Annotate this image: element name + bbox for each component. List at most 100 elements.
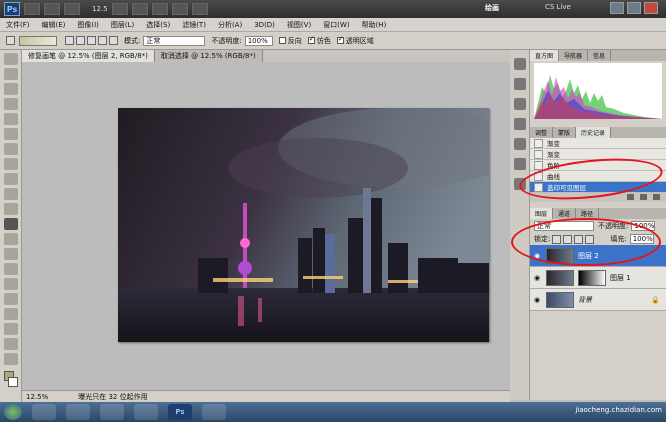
transparency-checkbox[interactable] [336, 35, 344, 44]
diamond-gradient-icon[interactable] [109, 36, 118, 45]
3d-panel-icon[interactable] [514, 158, 526, 170]
3d-rotate-tool-icon[interactable] [4, 323, 18, 335]
workspace-switcher[interactable]: 绘画 [485, 3, 499, 13]
eraser-tool-icon[interactable] [4, 203, 18, 215]
zoom-icon[interactable] [131, 3, 148, 15]
lasso-tool-icon[interactable] [4, 83, 18, 95]
hand-tool-icon[interactable] [4, 338, 18, 350]
radial-gradient-icon[interactable] [76, 36, 85, 45]
menu-select[interactable]: 选择(S) [140, 20, 176, 30]
minimize-button[interactable] [610, 2, 624, 14]
tab-layers[interactable]: 图层 [530, 208, 554, 219]
pen-tool-icon[interactable] [4, 263, 18, 275]
quick-select-tool-icon[interactable] [4, 98, 18, 110]
zoom-level[interactable]: 12.5 [92, 5, 108, 13]
qq-icon[interactable] [134, 404, 158, 420]
path-select-tool-icon[interactable] [4, 293, 18, 305]
dither-checkbox[interactable] [307, 35, 315, 44]
character-panel-icon[interactable] [514, 118, 526, 130]
photoshop-task-icon[interactable]: Ps [168, 404, 192, 420]
gradient-preview[interactable] [19, 35, 57, 46]
gradient-tool-icon[interactable] [4, 218, 18, 230]
healing-brush-tool-icon[interactable] [4, 143, 18, 155]
background-color-swatch[interactable] [8, 377, 18, 387]
menu-view[interactable]: 视图(V) [281, 20, 317, 30]
explorer-icon[interactable] [32, 404, 56, 420]
bridge-icon[interactable] [24, 3, 40, 15]
trash-icon[interactable] [653, 194, 660, 200]
paragraph-panel-icon[interactable] [514, 138, 526, 150]
tab-adjustments[interactable]: 调整 [530, 127, 554, 138]
histogram-panel-icon[interactable] [514, 58, 526, 70]
snapshot-icon[interactable] [640, 194, 647, 200]
linear-gradient-icon[interactable] [65, 36, 74, 45]
marquee-tool-icon[interactable] [4, 68, 18, 80]
move-tool-icon[interactable] [4, 53, 18, 65]
layer-row[interactable]: ◉ 背景 🔒 [530, 289, 666, 311]
menu-layer[interactable]: 图层(L) [105, 20, 140, 30]
zoom-tool-icon[interactable] [4, 353, 18, 365]
extras-icon[interactable] [64, 3, 80, 15]
crop-tool-icon[interactable] [4, 113, 18, 125]
folder-icon[interactable] [202, 404, 226, 420]
tab-masks[interactable]: 蒙版 [553, 127, 577, 138]
reverse-checkbox[interactable] [278, 37, 286, 44]
type-tool-icon[interactable] [4, 278, 18, 290]
arrange-documents-icon[interactable] [171, 3, 188, 15]
menu-edit[interactable]: 编辑(E) [36, 20, 72, 30]
tab-histogram[interactable]: 直方图 [530, 50, 560, 61]
start-button[interactable] [4, 404, 22, 420]
hand-icon[interactable] [111, 3, 128, 15]
status-info[interactable]: 曝光只在 32 位起作用 [78, 392, 147, 402]
brush-tool-icon[interactable] [4, 158, 18, 170]
menu-help[interactable]: 帮助(H) [356, 20, 393, 30]
layer-name[interactable]: 图层 1 [610, 273, 631, 283]
new-document-icon[interactable] [627, 194, 634, 200]
history-snapshot-box[interactable] [534, 160, 543, 170]
clone-stamp-tool-icon[interactable] [4, 173, 18, 185]
reverse-label: 反向 [287, 36, 302, 45]
menu-bar: 文件(F) 编辑(E) 图像(I) 图层(L) 选择(S) 滤镜(T) 分析(A… [0, 18, 666, 32]
maximize-button[interactable] [627, 2, 641, 14]
canvas-image[interactable] [118, 108, 489, 342]
layer-row[interactable]: ◉ 图层 1 [530, 267, 666, 289]
ie-icon[interactable] [66, 404, 90, 420]
opacity-input[interactable]: 100% [244, 35, 273, 46]
search-icon[interactable] [100, 404, 124, 420]
clone-source-icon[interactable] [514, 98, 526, 110]
angle-gradient-icon[interactable] [87, 36, 96, 45]
menu-3d[interactable]: 3D(D) [248, 21, 281, 29]
shape-tool-icon[interactable] [4, 308, 18, 320]
layer-name[interactable]: 背景 [578, 295, 592, 305]
eye-icon[interactable]: ◉ [534, 296, 542, 304]
doc-tab-2[interactable]: 取消选择 @ 12.5% (RGB/8*) [154, 50, 263, 62]
history-snapshot-box[interactable] [534, 138, 543, 148]
menu-window[interactable]: 窗口(W) [317, 20, 355, 30]
dodge-tool-icon[interactable] [4, 248, 18, 260]
history-snapshot-box[interactable] [534, 149, 543, 159]
tab-info[interactable]: 信息 [588, 50, 612, 61]
tab-history[interactable]: 历史记录 [576, 127, 612, 138]
tab-navigator[interactable]: 导航器 [559, 50, 589, 61]
mode-select[interactable]: 正常 [143, 35, 206, 46]
status-zoom[interactable]: 12.5% [26, 393, 48, 401]
menu-analysis[interactable]: 分析(A) [212, 20, 248, 30]
layer-mask-thumbnail[interactable] [578, 269, 606, 286]
reflected-gradient-icon[interactable] [98, 36, 107, 45]
menu-filter[interactable]: 滤镜(T) [176, 20, 212, 30]
history-brush-tool-icon[interactable] [4, 188, 18, 200]
eye-icon[interactable]: ◉ [534, 274, 542, 282]
rotate-view-icon[interactable] [151, 3, 168, 15]
brush-panel-icon[interactable] [514, 78, 526, 90]
cs-live-button[interactable]: CS Live [545, 3, 571, 11]
eyedropper-tool-icon[interactable] [4, 128, 18, 140]
history-item[interactable]: 渐变 [530, 138, 666, 149]
menu-image[interactable]: 图像(I) [71, 20, 105, 30]
tool-preset-icon[interactable] [6, 36, 15, 45]
close-button[interactable] [644, 2, 658, 14]
mini-bridge-icon[interactable] [44, 3, 60, 15]
screen-mode-icon[interactable] [191, 3, 208, 15]
menu-file[interactable]: 文件(F) [0, 20, 36, 30]
doc-tab-1[interactable]: 修复画笔 @ 12.5% (图层 2, RGB/8*) [22, 50, 155, 62]
blur-tool-icon[interactable] [4, 233, 18, 245]
